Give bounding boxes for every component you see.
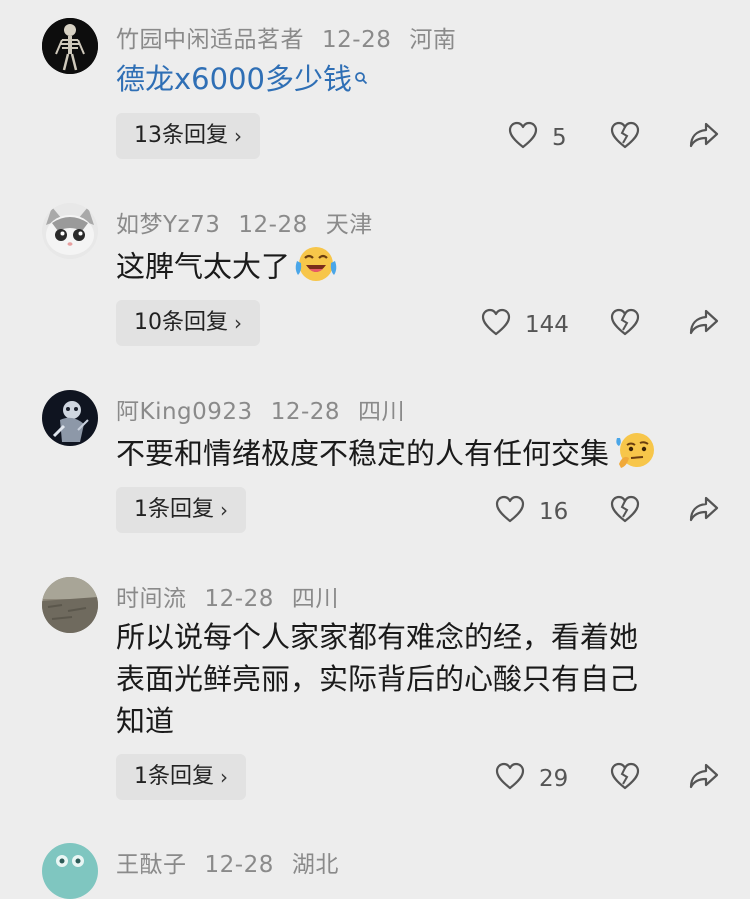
like-count: 29	[539, 766, 569, 792]
like-count: 144	[525, 312, 569, 338]
like-button[interactable]: 29	[495, 762, 568, 796]
share-button[interactable]	[688, 121, 720, 153]
search-icon[interactable]	[354, 58, 368, 100]
comment-actions: 29	[0, 754, 750, 800]
username[interactable]: 王酞子	[116, 852, 187, 878]
comment-text-line: 知道	[116, 704, 175, 738]
heart-outline-icon	[481, 308, 511, 342]
broken-heart-icon	[610, 121, 640, 153]
like-button[interactable]: 144	[481, 308, 569, 342]
comment-date: 12-28	[204, 852, 274, 878]
comment-meta: 时间流 12-28 四川	[116, 579, 357, 613]
comment-text: 所以说每个人家家都有难念的经，看着她 表面光鲜亮丽，实际背后的心酸只有自己 知道	[116, 616, 736, 742]
comment-location: 四川	[358, 399, 406, 425]
comment-text-content: 这脾气太大了	[116, 249, 291, 284]
dislike-button[interactable]	[610, 308, 640, 340]
comment-text: 不要和情绪极度不稳定的人有任何交集	[116, 430, 746, 481]
avatar[interactable]	[42, 390, 98, 446]
heart-outline-icon	[495, 762, 525, 796]
comment-location: 河南	[409, 27, 457, 53]
comment-location: 四川	[291, 586, 339, 612]
heart-outline-icon	[508, 121, 538, 155]
username[interactable]: 时间流	[116, 586, 187, 612]
thinking-sweat-emoji-icon	[613, 430, 657, 481]
laughing-crying-emoji-icon	[294, 243, 338, 294]
dislike-button[interactable]	[610, 495, 640, 527]
heart-outline-icon	[495, 495, 525, 529]
comment-text-content[interactable]: 德龙x6000多少钱	[116, 62, 352, 96]
share-arrow-icon	[688, 308, 720, 340]
share-button[interactable]	[688, 308, 720, 340]
comment-text-line: 表面光鲜亮丽，实际背后的心酸只有自己	[116, 662, 639, 696]
comment-location: 天津	[325, 212, 373, 238]
comment-actions: 144	[0, 300, 750, 346]
comment-meta: 王酞子 12-28 湖北	[116, 845, 357, 879]
comment-meta: 竹园中闲适品茗者 12-28 河南	[116, 20, 474, 54]
comment-date: 12-28	[238, 212, 308, 238]
like-button[interactable]: 16	[495, 495, 568, 529]
avatar[interactable]	[42, 18, 98, 74]
comment-meta: 阿King0923 12-28 四川	[116, 392, 423, 426]
broken-heart-icon	[610, 762, 640, 794]
avatar[interactable]	[42, 843, 98, 899]
comment-text[interactable]: 德龙x6000多少钱	[116, 58, 716, 100]
comment-actions: 16	[0, 487, 750, 533]
comment-date: 12-28	[322, 27, 392, 53]
comment-location: 湖北	[291, 852, 339, 878]
avatar[interactable]	[42, 203, 98, 259]
like-count: 16	[539, 499, 569, 525]
broken-heart-icon	[610, 308, 640, 340]
comment-actions: 5	[0, 113, 750, 159]
username[interactable]: 如梦Yz73	[116, 212, 220, 238]
comment-text-content: 不要和情绪极度不稳定的人有任何交集	[116, 436, 610, 471]
share-arrow-icon	[688, 762, 720, 794]
dislike-button[interactable]	[610, 121, 640, 153]
avatar[interactable]	[42, 577, 98, 633]
comment-date: 12-28	[270, 399, 341, 425]
like-button[interactable]: 5	[508, 121, 567, 155]
share-button[interactable]	[688, 495, 720, 527]
dislike-button[interactable]	[610, 762, 640, 794]
username[interactable]: 竹园中闲适品茗者	[116, 27, 304, 53]
comment-text: 这脾气太大了	[116, 243, 716, 294]
comment-meta: 如梦Yz73 12-28 天津	[116, 205, 391, 239]
broken-heart-icon	[610, 495, 640, 527]
username[interactable]: 阿King0923	[116, 399, 253, 425]
share-arrow-icon	[688, 121, 720, 153]
share-button[interactable]	[688, 762, 720, 794]
comment-text-line: 所以说每个人家家都有难念的经，看着她	[116, 620, 639, 654]
comment-date: 12-28	[204, 586, 274, 612]
like-count: 5	[552, 125, 567, 151]
share-arrow-icon	[688, 495, 720, 527]
